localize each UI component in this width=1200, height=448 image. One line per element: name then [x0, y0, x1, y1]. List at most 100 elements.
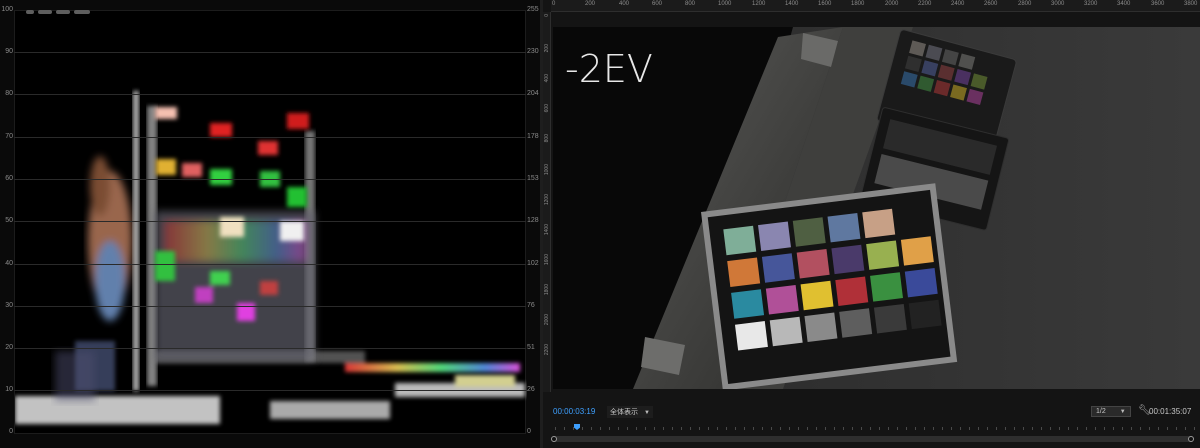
gridline: [14, 348, 526, 349]
time-ruler-tick: [1167, 427, 1168, 430]
ruler-label: 3200: [1084, 1, 1098, 7]
time-ruler-tick: [1131, 427, 1132, 430]
playback-resolution-dropdown[interactable]: 1/2 ▼: [1091, 406, 1131, 417]
time-ruler-tick: [861, 427, 862, 430]
time-ruler-tick: [1005, 427, 1006, 430]
scope-tick-right: 128: [527, 217, 539, 224]
scope-tick-right: 76: [527, 302, 535, 309]
time-ruler-tick: [636, 427, 637, 430]
time-ruler-tick: [582, 427, 583, 430]
monitor-controls: 00:00:03:19 全体表示 ▼ 1/2 ▼ 🔧︎ 00:01:35:07: [551, 404, 1200, 448]
zoom-scrollbar[interactable]: [551, 436, 1194, 442]
ruler-label: 1200: [544, 194, 550, 206]
ruler-label: 3400: [1117, 1, 1131, 7]
ruler-label: 2000: [885, 1, 899, 7]
time-ruler-tick: [888, 427, 889, 430]
time-ruler-tick: [969, 427, 970, 430]
time-ruler-tick: [762, 427, 763, 430]
time-ruler-tick: [879, 427, 880, 430]
time-ruler-tick: [987, 427, 988, 430]
ruler-label: 1800: [544, 284, 550, 296]
time-ruler-tick: [906, 427, 907, 430]
scope-toolbar-button[interactable]: [74, 10, 90, 14]
ruler-label: 600: [544, 104, 550, 113]
time-ruler-tick: [996, 427, 997, 430]
ruler-label: 2800: [1018, 1, 1032, 7]
scope-tick-right: 255: [527, 6, 539, 13]
time-ruler-tick: [933, 427, 934, 430]
ruler-label: 400: [619, 1, 630, 7]
time-ruler-tick: [1077, 427, 1078, 430]
time-ruler-tick: [717, 427, 718, 430]
ruler-label: 200: [585, 1, 596, 7]
time-ruler-tick: [780, 427, 781, 430]
scope-tick-left: 10: [5, 386, 13, 393]
ruler-label: 0: [552, 1, 556, 7]
ruler-label: 3000: [1051, 1, 1065, 7]
scope-tick-right: 102: [527, 260, 539, 267]
gridline: [14, 137, 526, 138]
time-ruler-tick: [618, 427, 619, 430]
time-ruler-tick: [1059, 427, 1060, 430]
time-ruler-tick: [690, 427, 691, 430]
time-ruler-tick: [942, 427, 943, 430]
ruler-label: 2400: [951, 1, 965, 7]
ruler-label: 800: [685, 1, 696, 7]
ruler-label: 2000: [544, 314, 550, 326]
time-ruler-tick: [798, 427, 799, 430]
chevron-down-icon: ▼: [644, 410, 650, 416]
time-ruler-tick: [699, 427, 700, 430]
ruler-label: 1000: [718, 1, 732, 7]
time-ruler-tick: [1041, 427, 1042, 430]
overlay-title: -2EV: [565, 47, 653, 91]
scope-toolbar-button[interactable]: [26, 10, 34, 14]
gridline: [14, 94, 526, 95]
time-ruler-tick: [1140, 427, 1141, 430]
chevron-down-icon: ▼: [1119, 409, 1126, 415]
scope-toolbar-button[interactable]: [38, 10, 52, 14]
waveform-scope-panel: 100 90 80 70 60 50 40 30 20 10 0 255 230…: [0, 0, 540, 448]
scope-toolbar[interactable]: [26, 10, 90, 15]
resolution-label: 1/2: [1096, 408, 1106, 415]
gridline: [14, 306, 526, 307]
program-monitor: 0 200 400 600 800 1000 1200 1400 1600 18…: [543, 0, 1200, 448]
time-ruler-tick: [645, 427, 646, 430]
time-ruler-tick: [663, 427, 664, 430]
time-ruler-tick: [915, 427, 916, 430]
time-ruler-tick: [1194, 427, 1195, 430]
time-ruler-tick: [573, 427, 574, 430]
time-ruler-tick: [1158, 427, 1159, 430]
time-ruler-tick: [726, 427, 727, 430]
horizontal-ruler: 0 200 400 600 800 1000 1200 1400 1600 18…: [551, 0, 1200, 12]
scrollbar-handle-left[interactable]: [551, 436, 557, 442]
current-timecode[interactable]: 00:00:03:19: [553, 407, 595, 416]
video-preview[interactable]: -2EV: [553, 27, 1200, 389]
scope-toolbar-button[interactable]: [56, 10, 70, 14]
time-ruler-tick: [960, 427, 961, 430]
ruler-label: 800: [544, 134, 550, 143]
time-ruler-tick: [1068, 427, 1069, 430]
scope-tick-left: 70: [5, 133, 13, 140]
time-ruler-tick: [1086, 427, 1087, 430]
time-ruler-tick: [1023, 427, 1024, 430]
ruler-label: 600: [652, 1, 663, 7]
time-ruler-tick: [1104, 427, 1105, 430]
time-ruler-tick: [978, 427, 979, 430]
time-ruler[interactable]: [551, 422, 1200, 432]
time-ruler-tick: [897, 427, 898, 430]
time-ruler-tick: [672, 427, 673, 430]
gridline: [14, 179, 526, 180]
time-ruler-tick: [834, 427, 835, 430]
time-ruler-tick: [627, 427, 628, 430]
zoom-fit-dropdown[interactable]: 全体表示 ▼: [607, 406, 653, 418]
time-ruler-tick: [870, 427, 871, 430]
time-ruler-tick: [825, 427, 826, 430]
time-ruler-tick: [681, 427, 682, 430]
scope-tick-left: 0: [9, 428, 13, 435]
ruler-label: 1600: [544, 254, 550, 266]
time-ruler-tick: [1095, 427, 1096, 430]
scrollbar-handle-right[interactable]: [1188, 436, 1194, 442]
time-ruler-tick: [816, 427, 817, 430]
ruler-label: 2200: [544, 344, 550, 356]
time-ruler-tick: [951, 427, 952, 430]
